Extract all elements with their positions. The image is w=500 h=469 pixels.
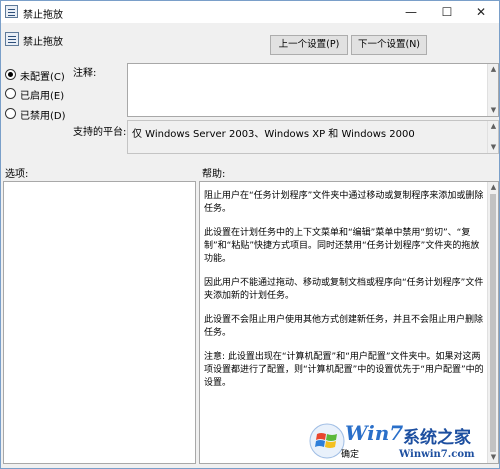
help-paragraph: 注意: 此设置出现在“计算机配置”和“用户配置”文件夹中。如果对这两项设置都进行…	[204, 352, 484, 388]
comment-textarea[interactable]: ▲ ▼	[127, 63, 499, 117]
scroll-down-icon[interactable]: ▼	[488, 142, 499, 153]
scroll-thumb[interactable]	[490, 194, 496, 452]
help-label: 帮助:	[202, 169, 226, 180]
scroll-up-icon[interactable]: ▲	[488, 64, 499, 75]
help-paragraph: 此设置不会阻止用户使用其他方式创建新任务，并且不会阻止用户删除任务。	[204, 315, 484, 338]
policy-setting-icon	[5, 5, 18, 18]
radio-label: 已禁用(D)	[20, 111, 66, 122]
supported-platform-box: 仅 Windows Server 2003、Windows XP 和 Windo…	[127, 120, 499, 154]
radio-button[interactable]	[5, 108, 16, 119]
radio-button[interactable]	[5, 88, 16, 99]
next-setting-button[interactable]: 下一个设置(N)	[351, 35, 427, 55]
policy-setting-window: 禁止拖放 — ☐ ✕ 禁止拖放 上一个设置(P) 下一个设置(N) 未配置(C)…	[0, 0, 500, 469]
policy-setting-icon	[5, 32, 19, 46]
setting-title: 禁止拖放	[23, 37, 63, 48]
options-pane	[3, 181, 196, 464]
watermark-url: Winwin7.com	[399, 449, 475, 460]
comment-scrollbar[interactable]: ▲ ▼	[487, 64, 498, 116]
comment-label: 注释:	[73, 68, 97, 79]
help-paragraph: 此设置在计划任务中的上下文菜单和“编辑”菜单中禁用“剪切”、“复制”和“粘贴”快…	[204, 228, 480, 264]
radio-label: 已启用(E)	[20, 91, 65, 102]
help-text: 阻止用户在“任务计划程序”文件夹中通过移动或复制程序来添加或删除任务。 此设置在…	[204, 190, 486, 401]
window-title: 禁止拖放	[23, 10, 63, 21]
supported-platform-label: 支持的平台:	[73, 127, 127, 138]
maximize-icon[interactable]: ☐	[433, 1, 461, 23]
previous-setting-button[interactable]: 上一个设置(P)	[270, 35, 348, 55]
supported-platform-value: 仅 Windows Server 2003、Windows XP 和 Windo…	[132, 129, 415, 140]
watermark-site-name: 系统之家	[403, 428, 471, 448]
close-icon[interactable]: ✕	[467, 1, 495, 23]
scroll-up-icon[interactable]: ▲	[488, 121, 499, 132]
site-watermark: Win7 系统之家 确定 Winwin7.com	[307, 417, 499, 467]
windows-logo-icon	[309, 423, 345, 459]
minimize-icon[interactable]: —	[397, 1, 425, 23]
radio-label: 未配置(C)	[20, 72, 65, 83]
options-label: 选项:	[5, 169, 29, 180]
platform-scrollbar[interactable]: ▲ ▼	[487, 121, 498, 153]
help-paragraph: 因此用户不能通过拖动、移动或复制文档或程序向“任务计划程序”文件夹添加新的计划任…	[204, 278, 484, 301]
scroll-down-icon[interactable]: ▼	[488, 105, 499, 116]
help-paragraph: 阻止用户在“任务计划程序”文件夹中通过移动或复制程序来添加或删除任务。	[204, 191, 484, 214]
title-bar[interactable]: 禁止拖放 — ☐ ✕	[1, 1, 499, 23]
scroll-up-icon[interactable]: ▲	[488, 182, 499, 193]
watermark-brand: Win7	[345, 421, 404, 445]
radio-button[interactable]	[5, 69, 16, 80]
ok-button-label[interactable]: 确定	[341, 447, 359, 460]
